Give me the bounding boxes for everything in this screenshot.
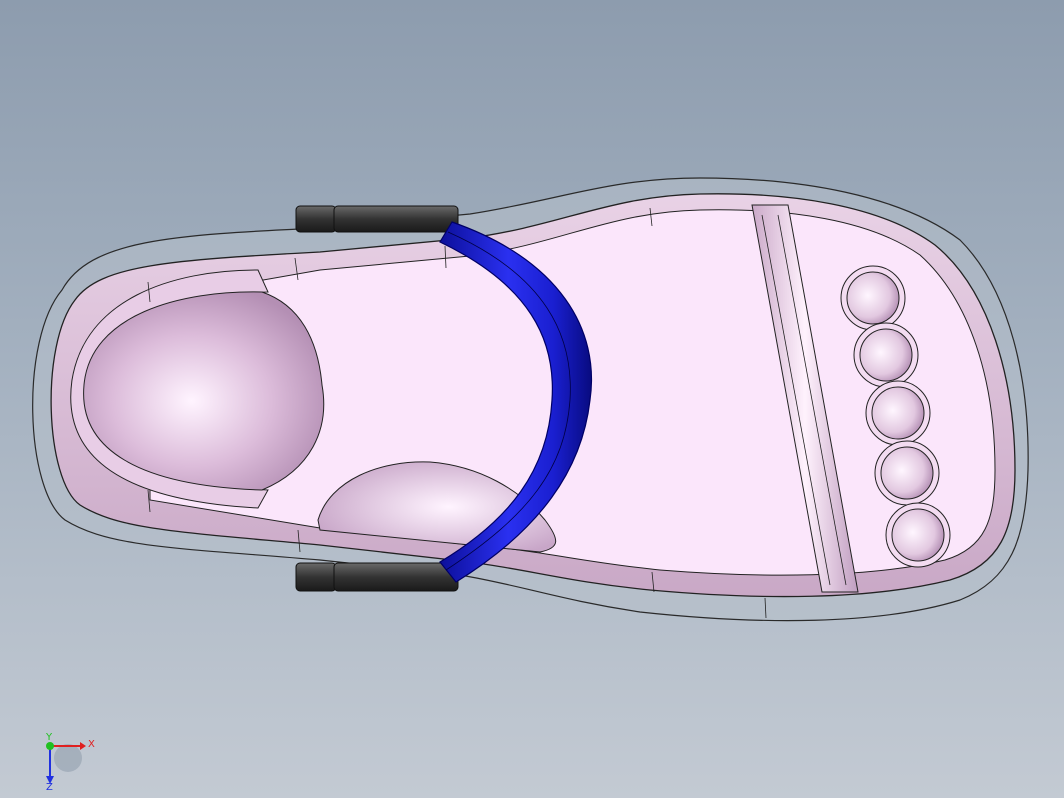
z-axis-label: Z: [46, 782, 53, 790]
toe-bead: [859, 328, 913, 382]
x-axis-arrowhead-icon: [80, 742, 86, 750]
toe-bead: [846, 271, 900, 325]
toe-bead: [871, 386, 925, 440]
x-axis-label: X: [88, 739, 95, 750]
sandal-model[interactable]: [0, 0, 1064, 798]
lower-buckle[interactable]: [295, 562, 459, 592]
y-axis-dot-icon: [46, 742, 54, 750]
upper-buckle[interactable]: [295, 205, 459, 233]
triad-backdrop: [54, 744, 82, 772]
toe-bead: [891, 508, 945, 562]
coordinate-triad: X Y Z: [38, 730, 98, 793]
toe-bead: [880, 446, 934, 500]
cad-graphics-viewport[interactable]: X Y Z: [0, 0, 1064, 798]
y-axis-label: Y: [45, 732, 53, 743]
